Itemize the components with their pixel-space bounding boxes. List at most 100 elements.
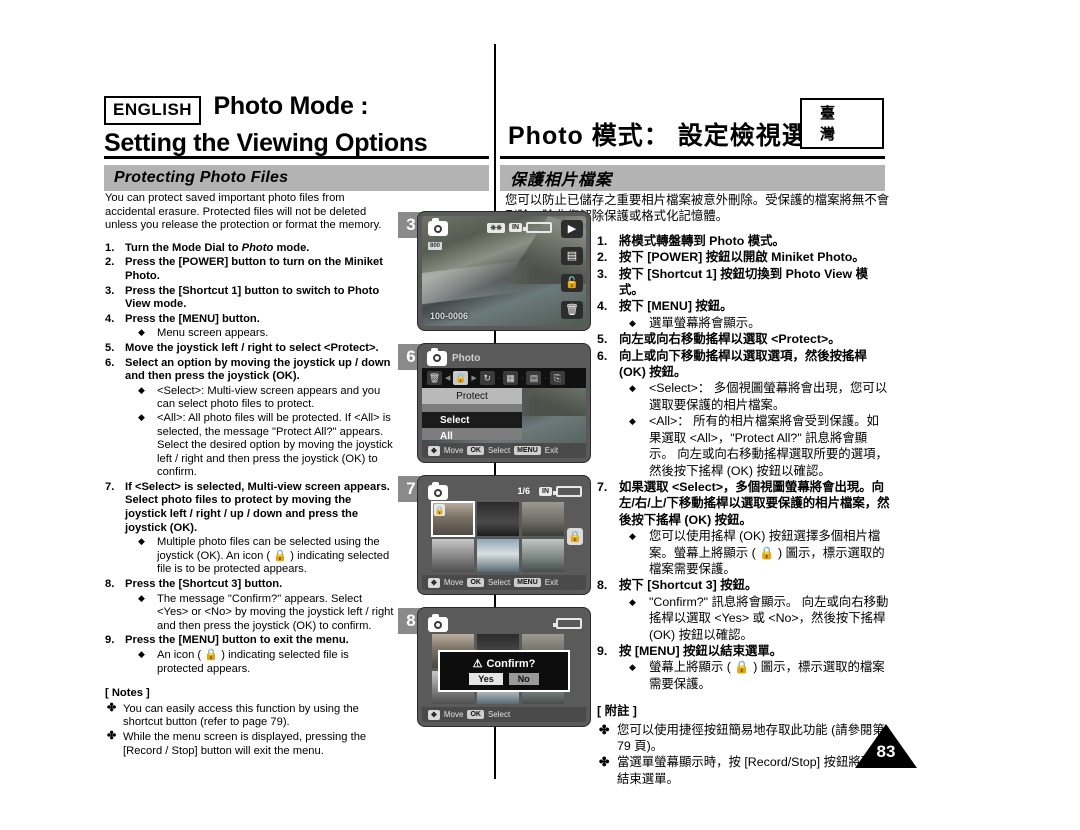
thumbnail-item[interactable] [477, 538, 519, 572]
chevron-left-icon: ◀ [445, 375, 451, 382]
thumbnail-item[interactable] [477, 502, 519, 536]
bullet-text: The message "Confirm?" appears. Select <… [157, 592, 394, 632]
lock-icon[interactable]: 🔒 [453, 371, 469, 385]
guide-label-exit: Exit [544, 446, 559, 455]
resolution-badge: 800 [428, 242, 443, 250]
page-count: 1/6 [517, 486, 530, 496]
figure-photo-view: 3 800 ❊❊ IN ▶ ▤ 🔓 🗑 100-0006 [398, 212, 590, 336]
thumbnail-item[interactable] [522, 502, 564, 536]
bullet-item: ◆ An icon ( 🔒 ) indicating selected file … [125, 649, 395, 676]
bullet-item: ◆ "Confirm?" 訊息將會顯示。 向左或向右移動搖桿以選取 <Yes> 或… [619, 594, 890, 643]
lcd-screen: 800 ❊❊ IN ▶ ▤ 🔓 🗑 100-0006 [418, 212, 590, 330]
step-item: 7. 如果選取 <Select>，多個視圖螢幕將會出現。向左/右/上/下移動搖桿… [597, 479, 890, 577]
diamond-bullet-icon: ◆ [138, 327, 145, 338]
diamond-bullet-icon: ◆ [138, 411, 145, 422]
multiview-icon[interactable]: ▤ [526, 371, 542, 385]
file-label: 100-0006 [430, 311, 469, 321]
notes-list-english: ✤ You can easily access this function by … [105, 702, 395, 758]
step-text: Press the [Shortcut 3] button. [125, 578, 283, 591]
joystick-icon: ✥ [428, 577, 440, 588]
bullet-item: ◆ Menu screen appears. [125, 327, 395, 341]
menu-option-all[interactable]: All [422, 428, 522, 444]
diamond-bullet-icon: ◆ [629, 317, 636, 328]
guide-label-select: Select [487, 710, 511, 719]
dot-separator-icon: · [544, 374, 547, 382]
page-title-line1: Photo Mode : [213, 92, 369, 120]
quality-icon: ❊❊ [487, 222, 505, 233]
step-text: Press the [MENU] button. [125, 312, 260, 325]
english-steps: 1. Turn the Mode Dial to Photo mode. 2. … [105, 242, 395, 676]
step-text: Move the joystick left / right to select… [125, 341, 379, 354]
menu-icon-row: 🗑 ◀ 🔒 ▶ ↻ · ▦ · ▤ · ⎘ [422, 368, 586, 388]
no-button[interactable]: No [508, 673, 539, 685]
warning-icon: ⚠ [472, 658, 483, 670]
step-number: 6. [597, 348, 608, 363]
ok-key-icon: OK [467, 578, 484, 587]
copy-icon[interactable]: ⎘ [549, 371, 565, 385]
dialog-title-row: ⚠ Confirm? [472, 657, 536, 671]
thumbnail-item[interactable] [522, 538, 564, 572]
step-number: 7. [597, 479, 608, 494]
slideshow-icon[interactable]: ▦ [503, 371, 519, 385]
step-text: 按下 [POWER] 按鈕以開啟 Miniket Photo。 [619, 250, 865, 265]
figure-multi-view: 7 1/6 IN 🔒 🔒 ✥ Move OK Select MENU Exit [398, 476, 590, 600]
thumbnail-item[interactable] [432, 538, 474, 572]
step-number: 8. [597, 578, 608, 593]
joystick-icon: ✥ [428, 445, 440, 456]
dot-separator-icon: · [521, 374, 524, 382]
thumbnail-item[interactable]: 🔒 [431, 501, 475, 537]
section-title-chinese: 保護相片檔案 [510, 172, 613, 189]
step-bullets: ◆ 螢幕上將顯示 ( 🔒 ) 圖示，標示選取的檔案需要保護。 [619, 659, 890, 692]
bullet-text: <All>： 所有的相片檔案將會受到保護。如果選取 <All>，"Protect… [649, 414, 888, 478]
step-text: Select an option by moving the joystick … [125, 356, 391, 383]
guide-label-move: Move [443, 578, 464, 587]
rotate-icon[interactable]: ↻ [479, 371, 495, 385]
step-bullets: ◆ "Confirm?" 訊息將會顯示。 向左或向右移動搖桿以選取 <Yes> 或… [619, 594, 890, 643]
notes-list-chinese: ✤ 您可以使用捷徑按鈕簡易地存取此功能 (請參閱第 79 頁)。 ✤ 當選單螢幕顯示… [597, 722, 890, 788]
unlock-icon[interactable]: 🔓 [561, 274, 583, 292]
menu-option-select[interactable]: Select [422, 412, 522, 428]
note-text: While the menu screen is displayed, pres… [123, 730, 367, 757]
bullet-item: ◆ 選單螢幕將會顯示。 [619, 315, 890, 331]
guide-label-select: Select [487, 446, 511, 455]
menu-selected-label: Protect [422, 388, 522, 404]
play-icon[interactable]: ▶ [561, 220, 583, 238]
guide-bar: ✥ Move OK Select MENU Exit [422, 443, 586, 458]
step-text: 按下 [Shortcut 1] 按鈕切換到 Photo View 模式。 [619, 266, 868, 298]
note-item: ✤ While the menu screen is displayed, pre… [105, 730, 395, 758]
step-bullets: ◆ The message "Confirm?" appears. Select … [125, 593, 395, 634]
status-indicators: ❊❊ IN [487, 222, 552, 233]
figure-column: 3 800 ❊❊ IN ▶ ▤ 🔓 🗑 100-0006 6 Photo 🗑 ◀… [398, 212, 590, 740]
page-header: ENGLISH Photo Mode : Setting the Viewing… [104, 92, 884, 158]
step-bullets: ◆ An icon ( 🔒 ) indicating selected file … [125, 649, 395, 676]
guide-label-move: Move [443, 710, 464, 719]
trash-icon[interactable]: 🗑 [427, 371, 442, 385]
bullet-text: Menu screen appears. [157, 327, 269, 340]
step-number: 2. [597, 250, 608, 265]
diamond-bullet-icon: ◆ [138, 536, 145, 547]
trash-icon[interactable]: 🗑 [561, 301, 583, 319]
step-text: Turn the Mode Dial to Photo mode. [125, 241, 310, 254]
english-intro: You can protect saved important photo fi… [105, 192, 382, 232]
clover-bullet-icon: ✤ [599, 755, 610, 770]
step-item: 5. Move the joystick left / right to sel… [105, 342, 395, 356]
diamond-bullet-icon: ◆ [629, 383, 636, 394]
guide-label-exit: Exit [544, 578, 559, 587]
multiview-icon[interactable]: ▤ [561, 247, 583, 265]
step-item: 9. Press the [MENU] button to exit the m… [105, 634, 395, 676]
step-item: 1. 將模式轉盤轉到 Photo 模式。 [597, 233, 890, 249]
bullet-item: ◆ The message "Confirm?" appears. Select … [125, 593, 395, 634]
bullet-item: ◆ <Select>: Multi-view screen appears and… [125, 385, 395, 412]
step-bullets: ◆ Menu screen appears. [125, 327, 395, 341]
diamond-bullet-icon: ◆ [138, 592, 145, 603]
step-item: 8. 按下 [Shortcut 3] 按鈕。 ◆ "Confirm?" 訊息將會顯… [597, 577, 890, 643]
lcd-screen: Photo 🗑 ◀ 🔒 ▶ ↻ · ▦ · ▤ · ⎘ Protect Sele… [418, 344, 590, 462]
figure-protect-menu: 6 Photo 🗑 ◀ 🔒 ▶ ↻ · ▦ · ▤ · ⎘ Protect Se… [398, 344, 590, 468]
step-item: 6. Select an option by moving the joysti… [105, 357, 395, 480]
yes-button[interactable]: Yes [469, 673, 503, 685]
side-button-bar: ▶ ▤ 🔓 🗑 [561, 220, 583, 319]
title-rule-left [104, 156, 489, 159]
battery-icon [523, 222, 552, 233]
title-rule-right [500, 156, 885, 159]
page-number: 83 [876, 742, 896, 761]
